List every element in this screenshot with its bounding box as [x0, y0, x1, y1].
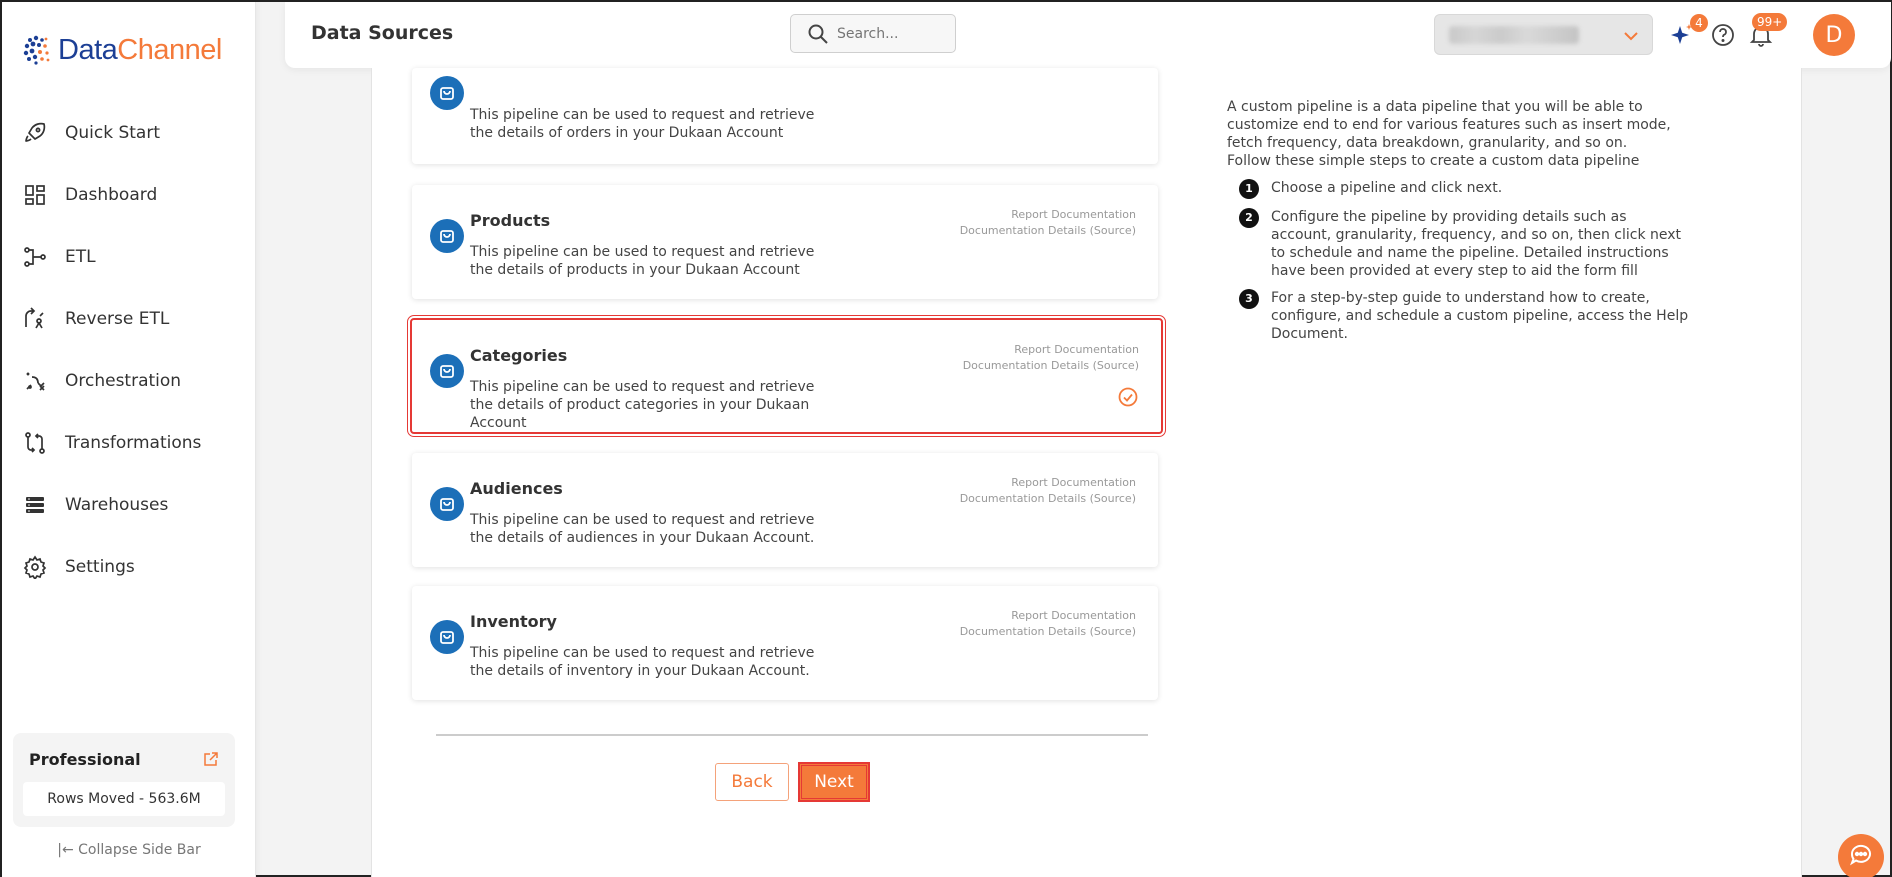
- sidebar-item-quick-start[interactable]: Quick Start: [2, 102, 256, 164]
- reverse-etl-icon: [22, 306, 48, 332]
- pipeline-title: Products: [470, 211, 551, 230]
- pipeline-card-orders[interactable]: This pipeline can be used to request and…: [412, 68, 1158, 164]
- sidebar-item-settings[interactable]: Settings: [2, 536, 256, 598]
- sidebar-item-warehouses[interactable]: Warehouses: [2, 474, 256, 536]
- orchestration-icon: [22, 368, 48, 394]
- warehouses-icon: [22, 492, 48, 518]
- sidebar: DataChannel Quick Start Dashboard ETL Re…: [2, 2, 256, 877]
- sidebar-item-label: Reverse ETL: [65, 309, 170, 329]
- rocket-icon: [22, 120, 48, 146]
- documentation-details-link[interactable]: Documentation Details (Source): [963, 358, 1139, 374]
- pipeline-card-categories[interactable]: Categories This pipeline can be used to …: [407, 315, 1166, 437]
- shopping-bag-icon: [430, 219, 464, 253]
- datachannel-logo-icon: [20, 32, 56, 68]
- chat-bubble-icon: [1848, 842, 1874, 872]
- documentation-details-link[interactable]: Documentation Details (Source): [960, 624, 1136, 640]
- report-documentation-link[interactable]: Report Documentation: [963, 342, 1139, 358]
- back-button[interactable]: Back: [715, 763, 789, 801]
- info-follow: Follow these simple steps to create a cu…: [1227, 153, 1640, 169]
- report-documentation-link[interactable]: Report Documentation: [960, 608, 1136, 624]
- chat-support-button[interactable]: [1838, 834, 1884, 877]
- sidebar-item-label: Transformations: [65, 433, 202, 453]
- sidebar-item-reverse-etl[interactable]: Reverse ETL: [2, 288, 256, 350]
- pipeline-description: This pipeline can be used to request and…: [470, 645, 815, 679]
- pipeline-docs: Report Documentation Documentation Detai…: [963, 342, 1139, 374]
- chevron-down-icon: [1622, 27, 1640, 45]
- shopping-bag-icon: [430, 620, 464, 654]
- sidebar-item-label: Settings: [65, 557, 135, 577]
- shopping-bag-icon: [430, 487, 464, 521]
- sidebar-item-label: Dashboard: [65, 185, 158, 205]
- next-button[interactable]: Next: [798, 762, 870, 802]
- search-input[interactable]: [837, 25, 947, 42]
- pipeline-docs: Report Documentation Documentation Detai…: [960, 608, 1136, 640]
- sidebar-item-label: Orchestration: [65, 371, 182, 391]
- logo-text: DataChannel: [58, 33, 222, 66]
- sidebar-item-orchestration[interactable]: Orchestration: [2, 350, 256, 412]
- divider: [436, 734, 1148, 736]
- plan-card: Professional Rows Moved - 563.6M: [13, 733, 235, 827]
- dashboard-icon: [22, 182, 48, 208]
- step-item: 3 For a step-by-step guide to understand…: [1239, 289, 1689, 343]
- pipeline-docs: Report Documentation Documentation Detai…: [960, 207, 1136, 239]
- pipeline-title: Categories: [470, 346, 568, 365]
- search-icon: [807, 23, 829, 45]
- pipeline-docs: Report Documentation Documentation Detai…: [960, 475, 1136, 507]
- step-text: Configure the pipeline by providing deta…: [1271, 209, 1682, 279]
- workspace-name-blurred: [1449, 26, 1579, 44]
- plan-title: Professional: [29, 750, 141, 769]
- info-panel: A custom pipeline is a data pipeline tha…: [1227, 98, 1697, 170]
- pipeline-card-audiences[interactable]: Audiences This pipeline can be used to r…: [412, 453, 1158, 567]
- notifications-badge: 99+: [1752, 13, 1788, 31]
- collapse-sidebar-button[interactable]: |← Collapse Side Bar: [2, 842, 256, 858]
- step-number: 2: [1239, 208, 1259, 228]
- pipeline-description: This pipeline can be used to request and…: [470, 107, 815, 141]
- external-link-icon[interactable]: [203, 751, 219, 767]
- step-number: 3: [1239, 289, 1259, 309]
- sidebar-item-label: ETL: [65, 247, 96, 267]
- pipeline-title: Audiences: [470, 479, 563, 498]
- workspace-select[interactable]: [1434, 14, 1653, 55]
- report-documentation-link[interactable]: Report Documentation: [960, 475, 1136, 491]
- page-title: Data Sources: [311, 22, 454, 44]
- step-text: Choose a pipeline and click next.: [1271, 180, 1503, 196]
- documentation-details-link[interactable]: Documentation Details (Source): [960, 223, 1136, 239]
- shopping-bag-icon: [430, 76, 464, 110]
- transformations-icon: [22, 430, 48, 456]
- ai-badge: 4: [1690, 14, 1708, 32]
- step-item: 1 Choose a pipeline and click next.: [1239, 179, 1689, 199]
- collapse-left-icon: |←: [57, 842, 79, 858]
- help-icon[interactable]: [1710, 22, 1736, 48]
- steps-list: 1 Choose a pipeline and click next. 2 Co…: [1239, 179, 1689, 352]
- avatar[interactable]: D: [1813, 14, 1855, 56]
- step-item: 2 Configure the pipeline by providing de…: [1239, 208, 1689, 280]
- pipeline-card-products[interactable]: Products This pipeline can be used to re…: [412, 185, 1158, 299]
- sidebar-item-transformations[interactable]: Transformations: [2, 412, 256, 474]
- pipeline-description: This pipeline can be used to request and…: [470, 512, 815, 546]
- sidebar-item-label: Quick Start: [65, 123, 161, 143]
- info-intro: A custom pipeline is a data pipeline tha…: [1227, 99, 1671, 151]
- etl-icon: [22, 244, 48, 270]
- collapse-sidebar-label: Collapse Side Bar: [78, 842, 201, 858]
- sidebar-item-etl[interactable]: ETL: [2, 226, 256, 288]
- sidebar-item-label: Warehouses: [65, 495, 169, 515]
- check-circle-icon: [1117, 386, 1139, 408]
- logo[interactable]: DataChannel: [20, 32, 222, 68]
- pipeline-description: This pipeline can be used to request and…: [470, 244, 815, 278]
- step-number: 1: [1239, 179, 1259, 199]
- pipeline-description: This pipeline can be used to request and…: [470, 379, 815, 431]
- search-box[interactable]: [790, 14, 956, 53]
- step-text: For a step-by-step guide to understand h…: [1271, 290, 1689, 342]
- pipeline-card-inventory[interactable]: Inventory This pipeline can be used to r…: [412, 586, 1158, 700]
- sidebar-nav: Quick Start Dashboard ETL Reverse ETL Or…: [2, 102, 256, 598]
- gear-icon: [22, 554, 48, 580]
- sidebar-item-dashboard[interactable]: Dashboard: [2, 164, 256, 226]
- rows-moved: Rows Moved - 563.6M: [23, 782, 225, 816]
- top-header: Data Sources 4 99+ D: [285, 2, 1891, 68]
- pipeline-title: Inventory: [470, 612, 557, 631]
- shopping-bag-icon: [430, 354, 464, 388]
- report-documentation-link[interactable]: Report Documentation: [960, 207, 1136, 223]
- documentation-details-link[interactable]: Documentation Details (Source): [960, 491, 1136, 507]
